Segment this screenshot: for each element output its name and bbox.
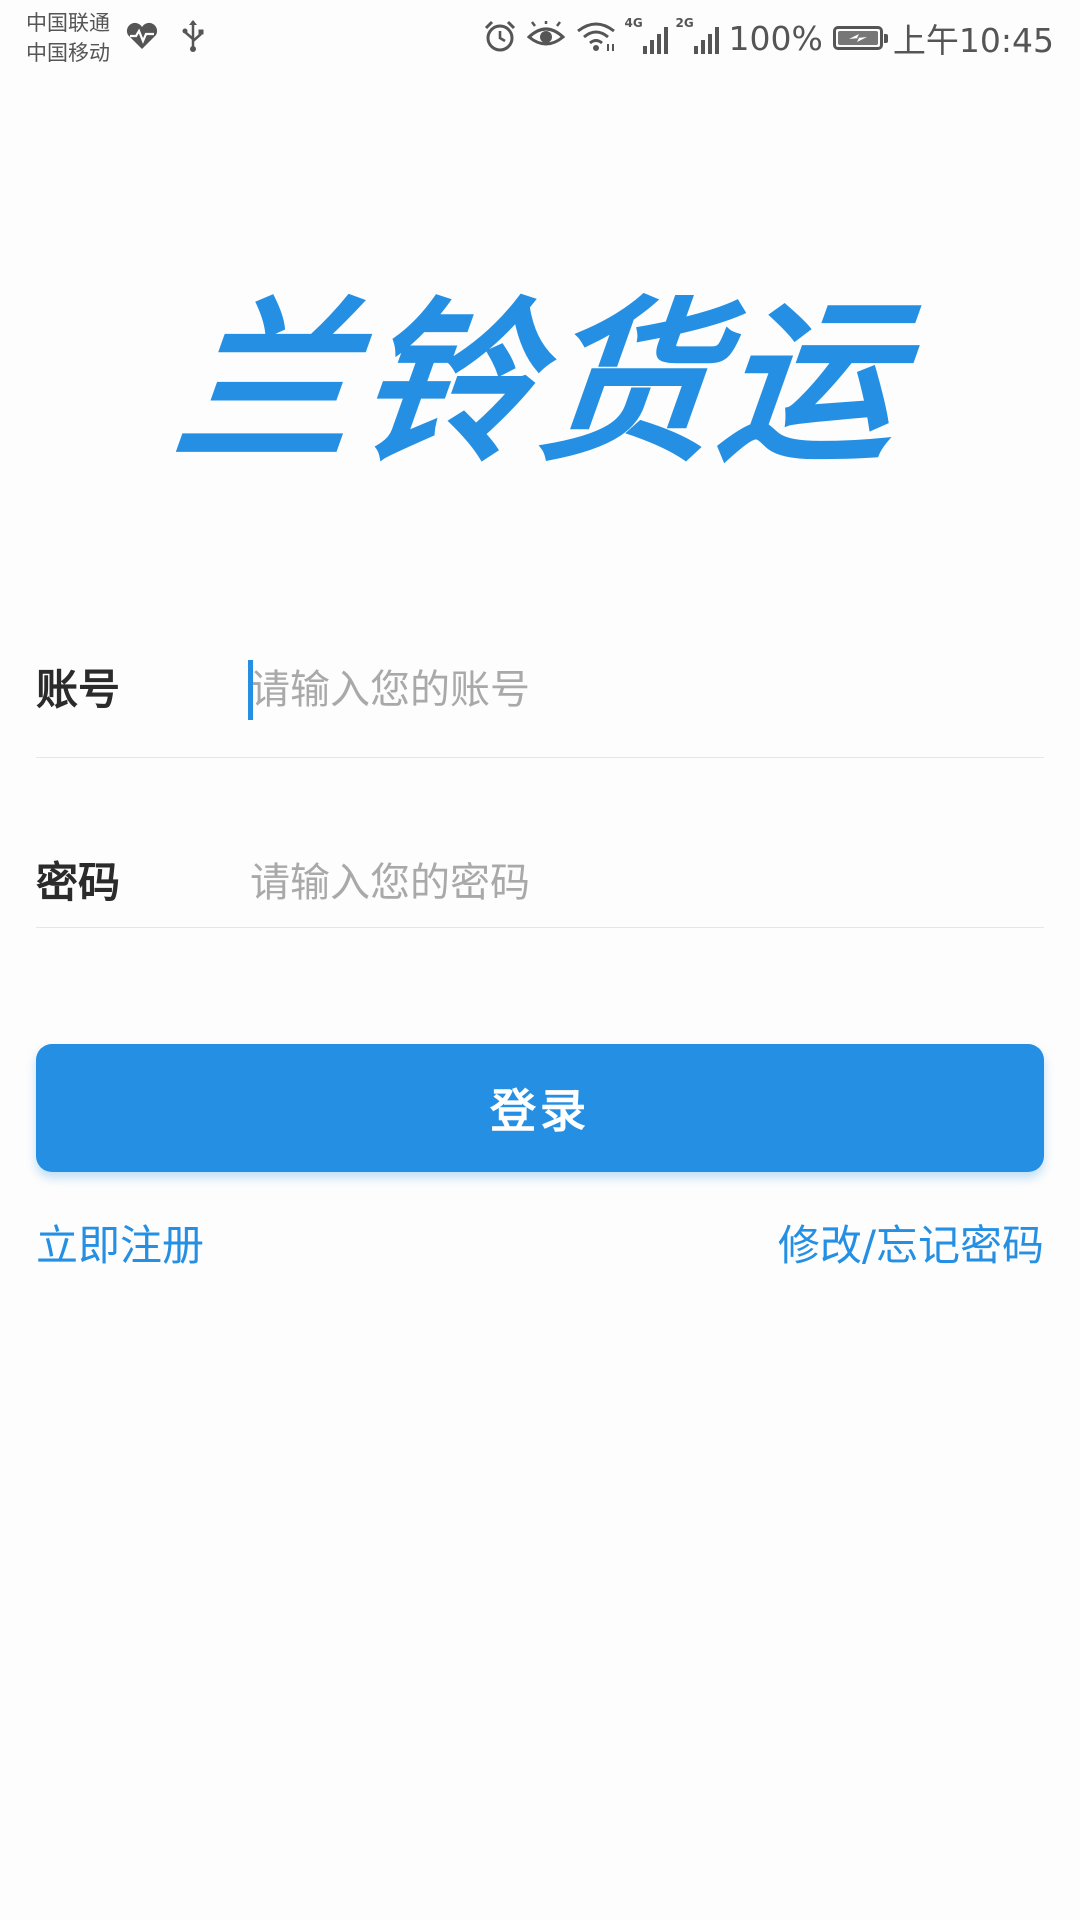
login-button[interactable]: 登录	[36, 1044, 1044, 1172]
carrier-names: 中国联通 中国移动	[26, 8, 110, 68]
eye-icon	[526, 21, 565, 55]
forgot-password-link[interactable]: 修改/忘记密码	[778, 1218, 1044, 1274]
app-logo: 兰铃货运	[167, 283, 913, 486]
signal-2g-tag: 2G	[675, 16, 694, 30]
signal-4g-icon: 4G	[625, 16, 668, 54]
account-input[interactable]	[250, 660, 1030, 720]
password-label: 密码	[36, 858, 121, 907]
account-label: 账号	[36, 665, 121, 714]
clock: 上午10:45	[892, 21, 1054, 60]
battery-percent: 100%	[728, 18, 823, 58]
password-input[interactable]	[250, 853, 1030, 913]
password-row: 密码	[36, 762, 1044, 928]
status-bar: 中国联通 中国移动 4G 2G 100% 上午10:45	[0, 0, 1080, 76]
status-right: 4G 2G 100% 上午10:45	[483, 14, 1054, 62]
account-row: 账号	[36, 628, 1044, 758]
battery-charging-icon	[832, 26, 888, 50]
signal-2g-icon: 2G	[676, 16, 719, 54]
text-cursor	[248, 660, 253, 720]
alarm-icon	[483, 19, 517, 57]
carrier-2: 中国移动	[26, 41, 110, 65]
wifi-icon	[575, 20, 617, 56]
usb-icon	[182, 19, 204, 57]
register-link[interactable]: 立即注册	[36, 1218, 204, 1274]
heart-rate-icon	[124, 21, 160, 55]
carrier-1: 中国联通	[26, 11, 110, 35]
signal-4g-tag: 4G	[624, 16, 643, 30]
status-left-icons	[124, 16, 204, 60]
